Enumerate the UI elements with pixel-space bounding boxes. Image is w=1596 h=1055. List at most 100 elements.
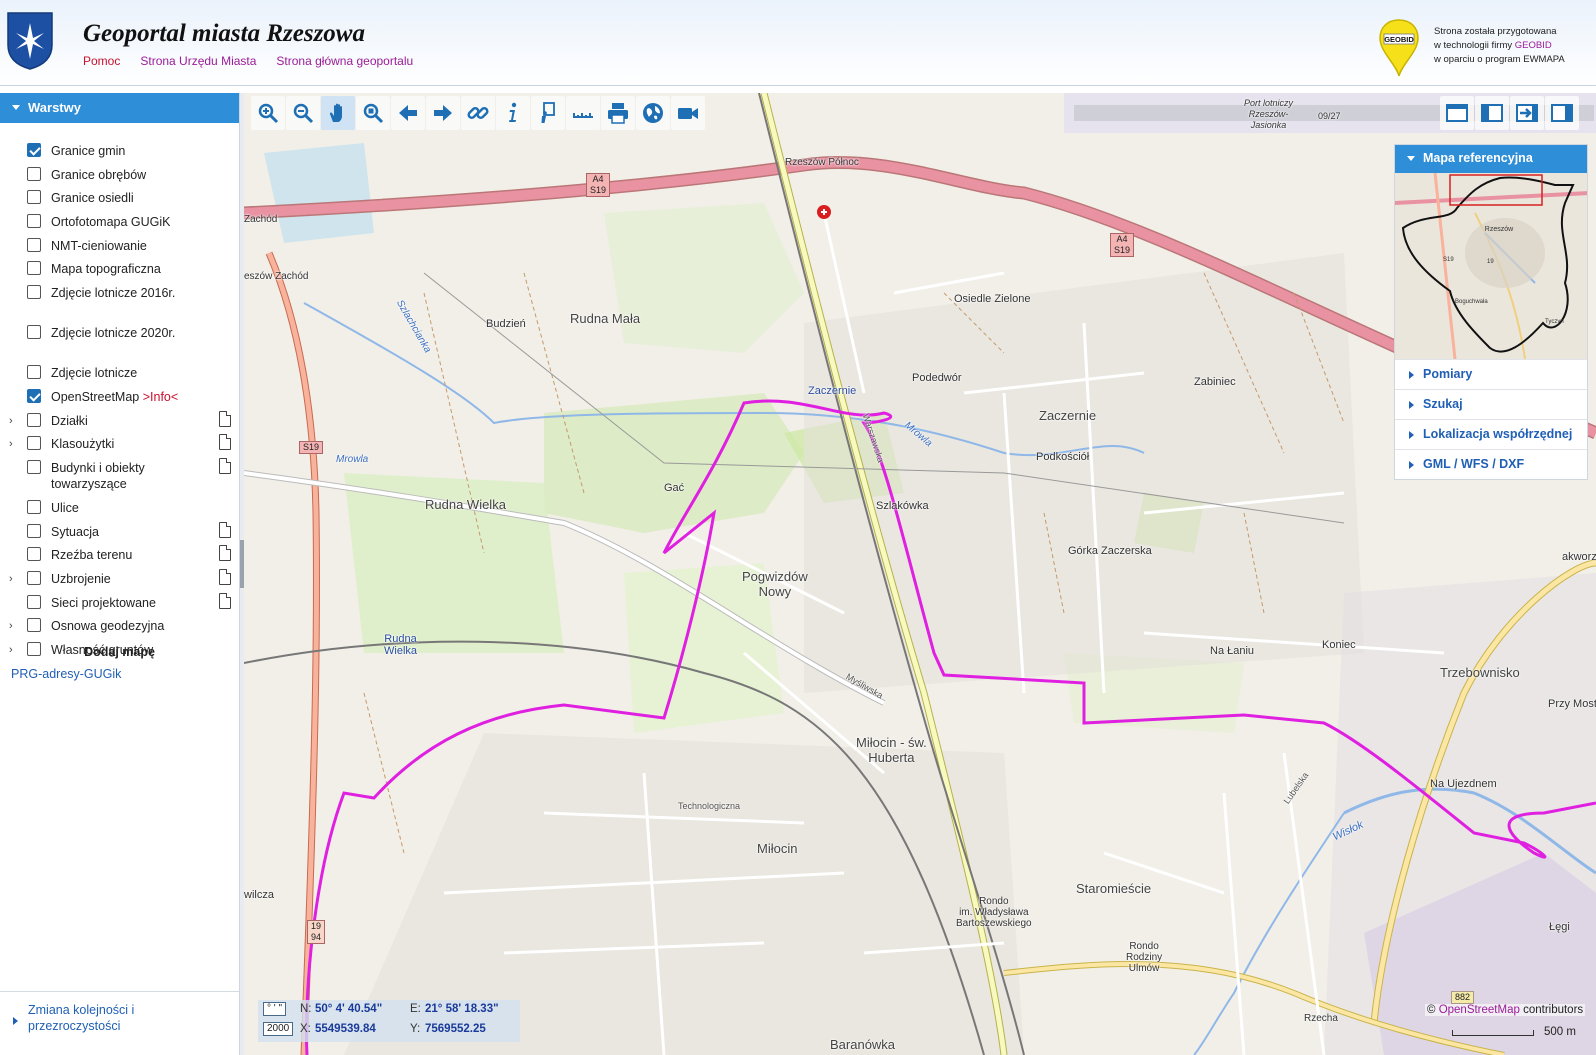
expand-chevron-icon[interactable]: ›: [9, 620, 17, 632]
layer-checkbox[interactable]: [27, 214, 41, 229]
link-button[interactable]: [461, 96, 495, 130]
expand-chevron-icon[interactable]: ›: [9, 415, 17, 427]
legend-document-icon[interactable]: [219, 410, 231, 427]
layer-item[interactable]: Ortofotomapa GUGiK: [0, 211, 239, 235]
add-map-link[interactable]: PRG-adresy-GUGik: [11, 667, 121, 681]
back-button[interactable]: [391, 96, 425, 130]
layer-info-link[interactable]: >Info<: [143, 390, 178, 404]
layer-item[interactable]: Zdjęcie lotnicze: [0, 362, 239, 386]
coord-n-label: N:: [300, 1003, 312, 1015]
pan-button[interactable]: [321, 96, 355, 130]
layer-item[interactable]: Mapa topograficzna: [0, 258, 239, 282]
geobid-logo-icon[interactable]: GEOBID: [1378, 18, 1420, 78]
place-przy-most: Przy Most: [1548, 698, 1596, 710]
print-button[interactable]: [601, 96, 635, 130]
place-na-laniu: Na Łaniu: [1210, 645, 1255, 657]
city-hall-link[interactable]: Strona Urzędu Miasta: [140, 54, 256, 68]
zoom-out-button[interactable]: [286, 96, 320, 130]
layer-item[interactable]: › Osnowa geodezyjna: [0, 615, 239, 639]
layer-checkbox[interactable]: [27, 166, 41, 181]
layer-item[interactable]: Rzeźba terenu: [0, 544, 239, 568]
layer-label-text: Zdjęcie lotnicze: [51, 366, 138, 381]
accordion-lokalizacja[interactable]: Lokalizacja współrzędnej: [1395, 419, 1587, 449]
zoom-out-icon: [293, 103, 314, 124]
camera-icon: [678, 108, 698, 119]
layer-label-text: Ulice: [51, 500, 79, 515]
place-wilcza: wilcza: [244, 889, 274, 901]
layer-label-text: Osnowa geodezyjna: [51, 619, 165, 634]
toggle-left-panel-button[interactable]: [1475, 96, 1509, 130]
legend-document-icon[interactable]: [219, 568, 231, 585]
layer-item[interactable]: OpenStreetMap >Info<: [0, 386, 239, 410]
layer-checkbox[interactable]: [27, 388, 41, 403]
expand-chevron-icon[interactable]: ›: [9, 573, 17, 585]
geobid-brand-link[interactable]: GEOBID: [1515, 40, 1552, 51]
accordion-gml-wfs-dxf[interactable]: GML / WFS / DXF: [1395, 449, 1587, 479]
layer-label: Budynki i obiekty towarzyszące: [51, 460, 211, 492]
layer-item[interactable]: Granice gmin: [0, 140, 239, 164]
globe-icon: [643, 103, 663, 123]
accordion-szukaj[interactable]: Szukaj: [1395, 389, 1587, 419]
layer-checkbox[interactable]: [27, 570, 41, 585]
layer-item[interactable]: Granice obrębów: [0, 164, 239, 188]
layer-checkbox[interactable]: [27, 325, 41, 340]
layer-checkbox[interactable]: [27, 523, 41, 538]
layer-item[interactable]: Ulice: [0, 497, 239, 521]
main-page-link[interactable]: Strona główna geoportalu: [276, 54, 413, 68]
layer-item[interactable]: Zdjęcie lotnicze 2020r.: [0, 322, 239, 362]
legend-document-icon[interactable]: [219, 434, 231, 451]
legend-document-icon[interactable]: [219, 545, 231, 562]
layer-item[interactable]: Sytuacja: [0, 521, 239, 545]
layer-item[interactable]: NMT-cieniowanie: [0, 235, 239, 259]
place-rudna-mala: Rudna Mała: [570, 311, 641, 326]
layers-panel-header[interactable]: Warstwy: [0, 93, 239, 123]
unit-2000-button[interactable]: 2000: [263, 1022, 294, 1036]
layer-item[interactable]: Budynki i obiekty towarzyszące: [0, 457, 239, 497]
help-link[interactable]: Pomoc: [83, 54, 120, 68]
exit-panel-button[interactable]: [1510, 96, 1544, 130]
layer-checkbox[interactable]: [27, 261, 41, 276]
layer-checkbox[interactable]: [27, 237, 41, 252]
toggle-right-panel-button[interactable]: [1545, 96, 1579, 130]
layer-checkbox[interactable]: [27, 285, 41, 300]
layer-checkbox[interactable]: [27, 436, 41, 451]
place-rzeszow-zachod: eszów Zachód: [244, 271, 309, 282]
zoom-in-button[interactable]: [251, 96, 285, 130]
layer-label: Osnowa geodezyjna: [51, 618, 211, 634]
layer-checkbox[interactable]: [27, 365, 41, 380]
layer-order-footer[interactable]: Zmiana kolejności i przezroczystości: [0, 991, 239, 1055]
layer-checkbox[interactable]: [27, 190, 41, 205]
camera-button[interactable]: [671, 96, 705, 130]
layer-item[interactable]: Granice osiedli: [0, 187, 239, 211]
legend-document-icon[interactable]: [219, 457, 231, 474]
info-doc-button[interactable]: [531, 96, 565, 130]
expand-chevron-icon[interactable]: ›: [9, 438, 17, 450]
reference-map-header[interactable]: Mapa referencyjna: [1395, 145, 1587, 173]
layer-checkbox[interactable]: [27, 547, 41, 562]
reference-map[interactable]: Rzeszów S19 19 Boguchwała Tyczyn: [1395, 173, 1587, 359]
layer-checkbox[interactable]: [27, 459, 41, 474]
layer-item[interactable]: › Działki: [0, 410, 239, 434]
globe-button[interactable]: [636, 96, 670, 130]
accordion-pomiary[interactable]: Pomiary: [1395, 359, 1587, 389]
place-legi: Łęgi: [1549, 921, 1570, 933]
layer-item[interactable]: › Uzbrojenie: [0, 568, 239, 592]
place-zachod: Zachód: [244, 214, 278, 225]
layer-checkbox[interactable]: [27, 499, 41, 514]
zoom-box-button[interactable]: [356, 96, 390, 130]
info-button[interactable]: [496, 96, 530, 130]
unit-degrees-button[interactable]: ° ' ": [263, 1002, 287, 1016]
osm-link[interactable]: OpenStreetMap: [1439, 1004, 1520, 1016]
layer-item[interactable]: Zdjęcie lotnicze 2016r.: [0, 282, 239, 322]
layer-item[interactable]: › Klasoużytki: [0, 433, 239, 457]
layer-checkbox[interactable]: [27, 143, 41, 157]
forward-button[interactable]: [426, 96, 460, 130]
toggle-top-panel-button[interactable]: [1440, 96, 1474, 130]
layer-checkbox[interactable]: [27, 412, 41, 427]
legend-document-icon[interactable]: [219, 592, 231, 609]
legend-document-icon[interactable]: [219, 521, 231, 538]
measure-button[interactable]: [566, 96, 600, 130]
layer-item[interactable]: Sieci projektowane: [0, 592, 239, 616]
layer-checkbox[interactable]: [27, 618, 41, 633]
layer-checkbox[interactable]: [27, 594, 41, 609]
